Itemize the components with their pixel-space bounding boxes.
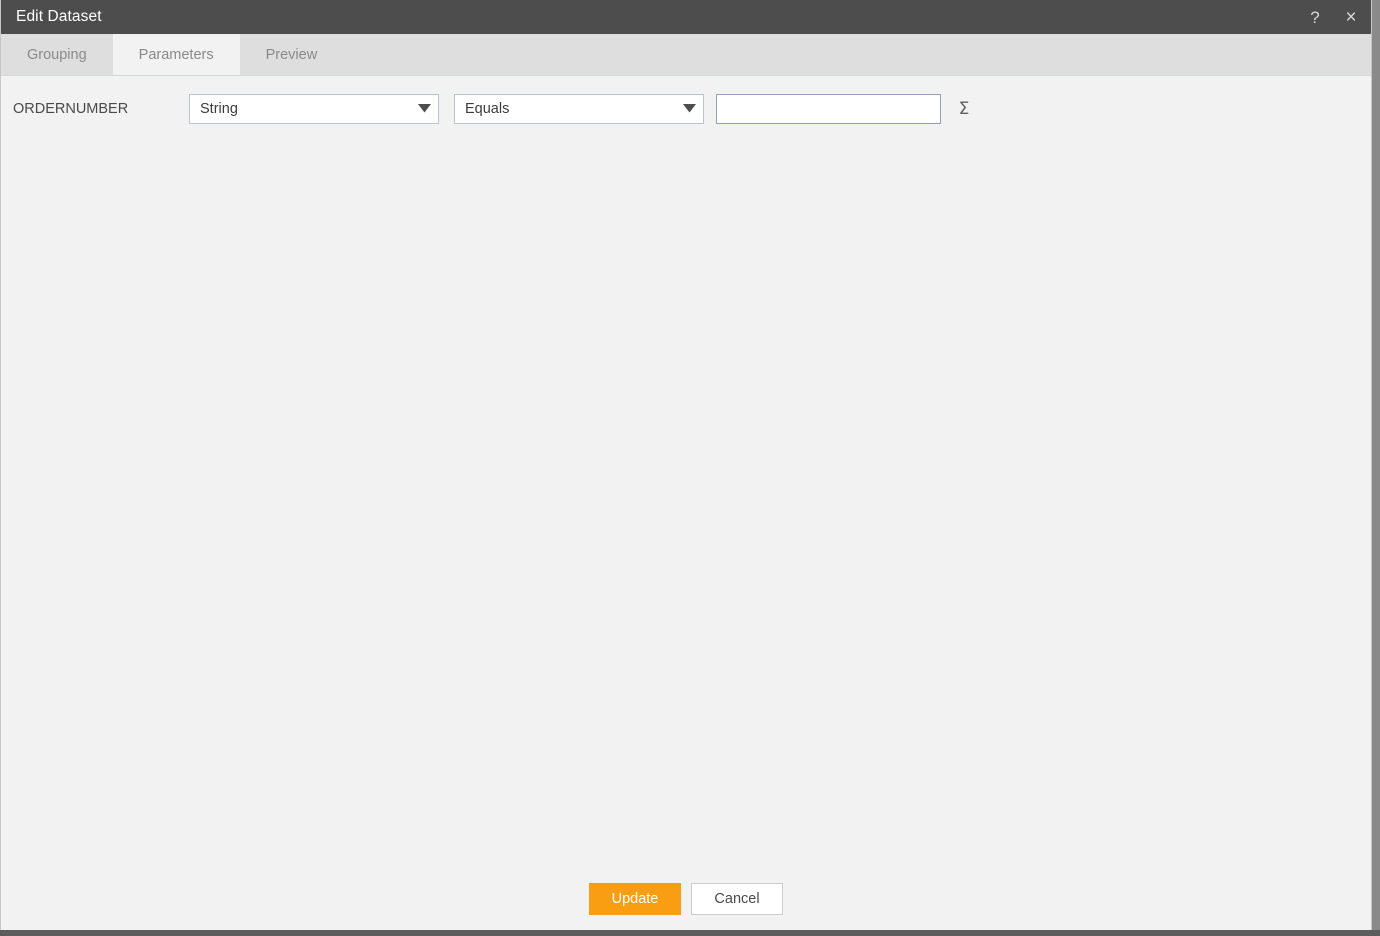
dialog-title: Edit Dataset xyxy=(16,8,102,25)
window-bottom-strip xyxy=(0,930,1380,936)
parameter-row: ORDERNUMBER String Equals Σ xyxy=(1,76,1371,128)
parameters-panel: ORDERNUMBER String Equals Σ Update Cance… xyxy=(1,76,1371,930)
chevron-down-icon xyxy=(410,104,438,113)
parameter-type-value: String xyxy=(200,100,238,117)
edit-dataset-dialog: Edit Dataset ? × Grouping Parameters Pre… xyxy=(0,0,1372,930)
tab-parameters-label: Parameters xyxy=(138,46,214,63)
parameter-operator-select[interactable]: Equals xyxy=(454,93,704,124)
dialog-tabbar: Grouping Parameters Preview xyxy=(1,34,1371,76)
dialog-footer: Update Cancel xyxy=(1,868,1371,930)
parameter-operator-value: Equals xyxy=(465,100,510,117)
tab-preview[interactable]: Preview xyxy=(239,34,344,75)
parameter-value-input[interactable] xyxy=(716,93,941,124)
tab-preview-label: Preview xyxy=(265,46,318,63)
tab-parameters[interactable]: Parameters xyxy=(112,34,240,75)
sigma-icon[interactable]: Σ xyxy=(953,96,975,122)
parameter-name-label: ORDERNUMBER xyxy=(13,100,129,117)
question-mark-icon[interactable]: ? xyxy=(1305,9,1325,26)
titlebar-actions: ? × xyxy=(1305,0,1361,34)
dialog-titlebar: Edit Dataset ? × xyxy=(1,0,1371,34)
tab-grouping-label: Grouping xyxy=(27,46,87,63)
update-button[interactable]: Update xyxy=(589,883,681,915)
close-icon[interactable]: × xyxy=(1341,8,1361,27)
tab-grouping[interactable]: Grouping xyxy=(1,34,113,75)
cancel-button[interactable]: Cancel xyxy=(691,883,783,915)
parameter-type-select[interactable]: String xyxy=(189,93,439,124)
chevron-down-icon xyxy=(675,104,703,113)
